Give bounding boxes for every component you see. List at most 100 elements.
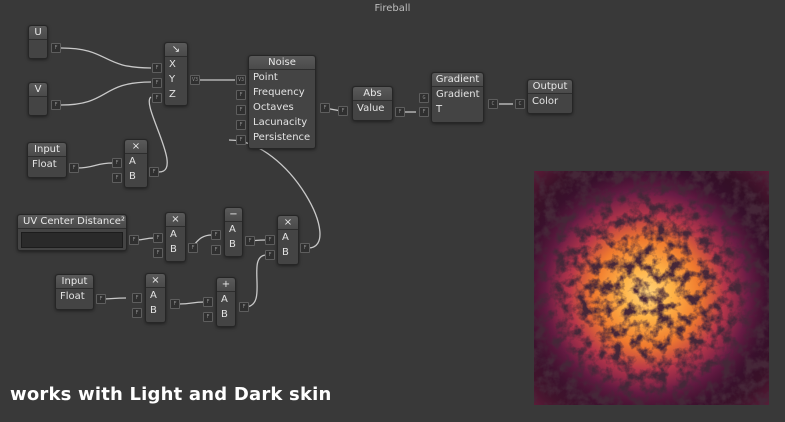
- add-output-port[interactable]: F: [239, 302, 249, 312]
- noise-persistence-input-port[interactable]: F: [236, 135, 246, 145]
- input-float-1-output-port[interactable]: F: [69, 163, 79, 173]
- multiply-2-b-input-port[interactable]: F: [153, 248, 163, 258]
- gradient-gradient-label: Gradient: [436, 89, 480, 100]
- noise-point-input-port[interactable]: V3: [236, 75, 246, 85]
- multiply-1-a-input-port[interactable]: F: [112, 158, 122, 168]
- output-color-input-port[interactable]: C: [515, 99, 525, 109]
- multiply-1-b-label: B: [129, 171, 136, 182]
- noise-frequency-input-port[interactable]: F: [236, 90, 246, 100]
- v-node[interactable]: V: [28, 82, 48, 116]
- wire-u-to-x: [60, 47, 152, 69]
- noise-frequency-label: Frequency: [253, 87, 305, 98]
- multiply-2-a-input-port[interactable]: F: [153, 233, 163, 243]
- abs-value-label: Value: [357, 103, 385, 114]
- add-a-input-port[interactable]: F: [203, 297, 213, 307]
- gradient-node[interactable]: Gradient Gradient T: [431, 72, 484, 123]
- noise-output-port[interactable]: F: [320, 103, 330, 113]
- noise-node-header: Noise: [249, 56, 315, 70]
- abs-output-port[interactable]: F: [395, 107, 405, 117]
- multiply-4-output-port[interactable]: F: [170, 299, 180, 309]
- noise-lacunacity-input-port[interactable]: F: [236, 120, 246, 130]
- subtract-b-input-port[interactable]: F: [211, 245, 221, 255]
- input-float-node-1[interactable]: Input Float: [27, 142, 67, 178]
- add-node-header: +: [217, 278, 235, 292]
- multiply-node-4[interactable]: × A B: [145, 273, 166, 323]
- input-float-node-2-field[interactable]: Float: [56, 289, 93, 304]
- subtract-node-header: −: [225, 208, 242, 222]
- u-output-port[interactable]: F: [51, 43, 61, 53]
- multiply-1-b-input-port[interactable]: F: [112, 173, 122, 183]
- noise-octaves-label: Octaves: [253, 102, 294, 113]
- subtract-a-label: A: [229, 224, 236, 235]
- window-title: Fireball: [374, 3, 411, 14]
- multiply-1-a-label: A: [129, 156, 136, 167]
- noise-node[interactable]: Noise Point Frequency Octaves Lacunacity…: [248, 55, 316, 149]
- multiply-node-1-header: ×: [125, 140, 147, 154]
- vector3-node-header: ↘: [165, 43, 187, 57]
- v-output-port[interactable]: F: [51, 100, 61, 110]
- uv-center-distance-node[interactable]: UV Center Distance²: [17, 214, 127, 251]
- u-node-header: U: [29, 26, 47, 40]
- noise-point-label: Point: [253, 72, 278, 83]
- add-b-input-port[interactable]: F: [203, 312, 213, 322]
- abs-node-header: Abs: [353, 87, 392, 101]
- uv-center-distance-output-port[interactable]: F: [129, 235, 139, 245]
- multiply-node-3-header: ×: [278, 216, 298, 230]
- multiply-node-3[interactable]: × A B: [277, 215, 299, 265]
- wire-add-to-mul3b: [244, 254, 267, 308]
- gradient-node-header: Gradient: [432, 73, 483, 87]
- multiply-node-4-header: ×: [146, 274, 165, 288]
- subtract-a-input-port[interactable]: F: [211, 230, 221, 240]
- subtract-node[interactable]: − A B: [224, 207, 243, 257]
- multiply-3-a-label: A: [282, 232, 289, 243]
- noise-octaves-input-port[interactable]: F: [236, 105, 246, 115]
- multiply-2-b-label: B: [170, 244, 177, 255]
- add-node[interactable]: + A B: [216, 277, 236, 327]
- input-float-2-output-port[interactable]: F: [96, 294, 106, 304]
- fireball-preview-image: [534, 171, 769, 405]
- multiply-4-a-input-port[interactable]: F: [132, 293, 142, 303]
- vector3-z-label: Z: [169, 89, 176, 100]
- multiply-2-a-label: A: [170, 229, 177, 240]
- vector3-x-label: X: [169, 59, 176, 70]
- abs-value-input-port[interactable]: F: [338, 106, 348, 116]
- subtract-b-label: B: [229, 239, 236, 250]
- input-float-node-2[interactable]: Input Float: [55, 274, 94, 310]
- multiply-3-output-port[interactable]: F: [300, 243, 310, 253]
- wire-mul1-to-z: [148, 96, 168, 173]
- caption-text: works with Light and Dark skin: [10, 384, 332, 405]
- abs-node[interactable]: Abs Value: [352, 86, 393, 121]
- vector3-x-input-port[interactable]: F: [152, 63, 162, 73]
- gradient-t-label: T: [436, 104, 443, 115]
- u-node[interactable]: U: [28, 25, 48, 59]
- multiply-3-a-input-port[interactable]: F: [265, 235, 275, 245]
- v-node-header: V: [29, 83, 47, 97]
- multiply-4-a-label: A: [150, 290, 157, 301]
- multiply-4-b-input-port[interactable]: F: [132, 308, 142, 318]
- output-color-label: Color: [532, 96, 559, 107]
- output-node-header: Output: [528, 80, 572, 94]
- uv-center-distance-field: [21, 232, 123, 248]
- multiply-4-b-label: B: [150, 305, 157, 316]
- input-float-node-1-field[interactable]: Float: [28, 157, 66, 172]
- output-node[interactable]: Output Color: [527, 79, 573, 114]
- vector3-y-input-port[interactable]: F: [152, 78, 162, 88]
- wire-mul4-to-adda: [178, 301, 205, 305]
- multiply-node-2[interactable]: × A B: [165, 212, 186, 262]
- multiply-node-1[interactable]: × A B: [124, 139, 148, 188]
- gradient-output-port[interactable]: C: [488, 99, 498, 109]
- uv-center-distance-node-header: UV Center Distance²: [18, 215, 126, 229]
- input-float-node-1-header: Input: [28, 143, 66, 157]
- gradient-gradient-input-port[interactable]: G: [419, 93, 429, 103]
- multiply-2-output-port[interactable]: F: [188, 243, 198, 253]
- noise-persistence-label: Persistence: [253, 132, 311, 143]
- vector3-output-port[interactable]: V3: [190, 75, 200, 85]
- multiply-1-output-port[interactable]: F: [149, 167, 159, 177]
- vector3-node[interactable]: ↘ X Y Z: [164, 42, 188, 106]
- subtract-output-port[interactable]: F: [245, 236, 255, 246]
- gradient-t-input-port[interactable]: F: [419, 107, 429, 117]
- input-float-node-2-header: Input: [56, 275, 93, 289]
- multiply-3-b-input-port[interactable]: F: [265, 250, 275, 260]
- vector3-z-input-port[interactable]: F: [152, 93, 162, 103]
- multiply-3-b-label: B: [282, 247, 289, 258]
